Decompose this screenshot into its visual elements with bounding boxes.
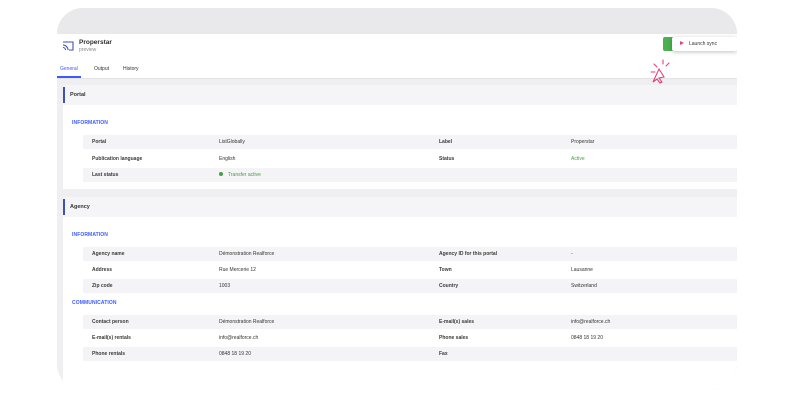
portal-card-title: Portal <box>70 91 86 98</box>
field-value: 1003 <box>219 283 231 289</box>
table-row: Portal ListGlobally Label Properstar <box>83 135 737 149</box>
field-label: Contact person <box>92 319 129 325</box>
field-value: Lausanne <box>571 267 593 273</box>
app-screen: Properstar preview Launch sync General O… <box>57 34 737 390</box>
field-value: 0848 18 19 20 <box>219 351 251 357</box>
main-content: Portal INFORMATION Portal ListGlobally L… <box>57 79 737 390</box>
agency-card-title: Agency <box>70 203 90 210</box>
app-header: Properstar preview Launch sync <box>57 34 737 84</box>
header-actions: Launch sync <box>649 37 737 51</box>
field-label: Phone sales <box>439 335 469 341</box>
launch-sync-menu-item[interactable]: Launch sync <box>689 41 717 47</box>
field-label: Publication language <box>92 156 143 162</box>
browser-frame: Properstar preview Launch sync General O… <box>57 8 737 390</box>
field-value: ListGlobally <box>219 139 245 145</box>
table-row: Phone rentals 0848 18 19 20 Fax <box>83 347 737 361</box>
field-label: Fax <box>439 351 448 357</box>
field-value: Démonstration Realforce <box>219 319 275 325</box>
table-row: Publication language English Status Acti… <box>83 152 737 166</box>
status-dot-icon <box>219 172 223 177</box>
table-row: E-mail(s) rentals info@realforce.ch Phon… <box>83 331 737 345</box>
agency-information-heading: INFORMATION <box>72 232 109 238</box>
field-label: Country <box>439 283 459 289</box>
page-subtitle: preview <box>79 47 97 53</box>
section-accent-bar <box>63 199 65 215</box>
window-top-strip <box>57 8 737 34</box>
agency-card-header: Agency <box>63 197 737 217</box>
table-row: Agency name Démonstration Realforce Agen… <box>83 247 737 261</box>
actions-menu: Launch sync <box>672 37 737 51</box>
field-value: info@realforce.ch <box>219 335 259 341</box>
field-label: E-mail(s) rentals <box>92 335 131 341</box>
portal-information-heading: INFORMATION <box>72 120 109 126</box>
field-label: Town <box>439 267 452 273</box>
tab-general[interactable]: General <box>60 66 78 72</box>
field-value: Rue Mercerie 12 <box>219 267 256 273</box>
field-value: - <box>571 251 573 257</box>
agency-card: Agency INFORMATION Agency name Démonstra… <box>63 197 737 390</box>
field-value: 0848 18 19 20 <box>571 335 603 341</box>
portal-card: Portal INFORMATION Portal ListGlobally L… <box>63 85 737 189</box>
tab-history[interactable]: History <box>123 66 139 72</box>
field-label: Last status <box>92 172 119 178</box>
field-label: Status <box>439 156 455 162</box>
tab-bar: General Output History <box>57 64 737 78</box>
field-label: Agency name <box>92 251 125 257</box>
table-row: Address Rue Mercerie 12 Town Lausanne <box>83 263 737 277</box>
cast-icon <box>62 41 74 51</box>
field-label: Agency ID for this portal <box>439 251 498 257</box>
field-label: Label <box>439 139 453 145</box>
tab-output[interactable]: Output <box>94 66 109 72</box>
table-row: Zip code 1003 Country Switzerland <box>83 279 737 293</box>
field-label: Address <box>92 267 113 273</box>
table-row: Last status Transfer active <box>83 168 737 182</box>
field-label: Zip code <box>92 283 113 289</box>
table-row: Contact person Démonstration Realforce E… <box>83 315 737 329</box>
last-status-text: Transfer active <box>228 172 261 178</box>
field-value: Properstar <box>571 139 595 145</box>
field-value: English <box>219 156 236 162</box>
status-value: Active <box>571 156 585 162</box>
field-label: Portal <box>92 139 107 145</box>
field-label: E-mail(s) sales <box>439 319 475 325</box>
section-accent-bar <box>63 87 65 103</box>
page-title: Properstar <box>79 39 112 46</box>
field-value: info@realforce.ch <box>571 319 611 325</box>
field-value: Démonstration Realforce <box>219 251 275 257</box>
last-status-value: Transfer active <box>219 172 261 178</box>
click-cursor-icon <box>650 59 670 84</box>
field-label: Phone rentals <box>92 351 126 357</box>
field-value: Switzerland <box>571 283 597 289</box>
communication-heading: COMMUNICATION <box>72 300 117 306</box>
portal-card-header: Portal <box>63 85 737 105</box>
play-icon <box>680 41 684 45</box>
